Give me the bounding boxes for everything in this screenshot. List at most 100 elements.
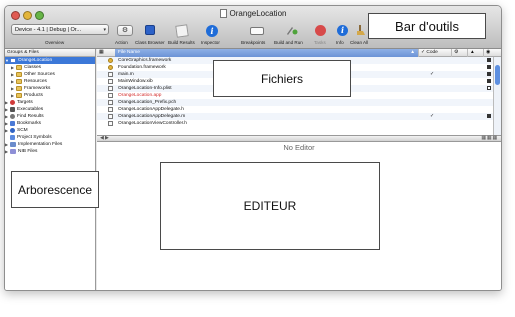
executable-icon: [10, 107, 15, 112]
warnings-column-header[interactable]: ▲: [467, 49, 483, 57]
tree-callout: Arborescence: [11, 171, 99, 208]
project-icon: [10, 58, 16, 63]
action-label: Action: [115, 40, 128, 45]
sidebar-item-bookmarks[interactable]: ▶ Bookmarks: [5, 120, 95, 127]
file-list-header: ▦ File Name ▲ ✓ Code ⚙ ▲ ◉: [97, 49, 501, 57]
history-arrows-icon[interactable]: ◀ ▶: [100, 136, 109, 141]
code-column-label: Code: [426, 50, 438, 55]
groups-and-files-tree: Groups & Files ▼ OrangeLocation ▶ Classe…: [5, 49, 96, 290]
sidebar-item-label: SCM: [17, 128, 28, 133]
find-icon: [10, 114, 15, 119]
framework-icon: [108, 65, 113, 70]
scheme-popup[interactable]: Device - 4.1 | Debug | Or... ▾: [11, 24, 109, 35]
target-icon: [10, 100, 15, 105]
class-browser-button[interactable]: [145, 25, 155, 35]
sidebar-item-find-results[interactable]: ▶ Find Results: [5, 113, 95, 120]
file-icon-column-header[interactable]: ▦: [97, 49, 105, 57]
target-checkbox[interactable]: [487, 65, 491, 69]
file-name: MainWindow.xib: [118, 79, 153, 84]
sidebar-item-targets[interactable]: ▶ Targets: [5, 99, 95, 106]
clean-all-button[interactable]: [357, 24, 368, 36]
no-editor-placeholder: No Editor: [283, 143, 315, 152]
sidebar-item-resources[interactable]: ▶ Resources: [5, 78, 95, 85]
tasks-label: Tasks: [314, 40, 326, 45]
sidebar-item-label: Bookmarks: [17, 121, 41, 126]
sidebar-item-frameworks[interactable]: ▶ Frameworks: [5, 85, 95, 92]
code-check-icon: ✓: [430, 71, 435, 77]
inspector-icon: i: [210, 26, 214, 36]
build-results-button[interactable]: [175, 24, 189, 38]
target-checkbox[interactable]: [487, 86, 491, 90]
sidebar-item-products[interactable]: ▶ Products: [5, 92, 95, 99]
popup-arrow-icon: ▾: [103, 27, 106, 33]
sidebar-item-label: OrangeLocation: [18, 58, 53, 63]
info-button[interactable]: i: [337, 25, 348, 36]
sidebar-item-nib-files[interactable]: ▶ NIB Files: [5, 148, 95, 155]
build-and-run-label: Build and Run: [274, 40, 303, 45]
tasks-button[interactable]: [315, 25, 326, 36]
file-row[interactable]: OrangeLocationAppDelegate.h: [97, 106, 501, 113]
folder-icon: [16, 72, 22, 77]
gear-icon: ⚙: [454, 50, 459, 55]
sidebar-item-executables[interactable]: ▶ Executables: [5, 106, 95, 113]
groups-and-files-header[interactable]: Groups & Files: [5, 49, 95, 57]
breakpoints-button[interactable]: [250, 27, 264, 35]
editor-callout: EDITEUR: [160, 162, 380, 250]
app-file-icon: [108, 93, 113, 98]
file-row[interactable]: OrangeLocationViewController.h: [97, 120, 501, 127]
file-name-column-header[interactable]: File Name ▲: [115, 49, 418, 57]
file-name: main.m: [118, 72, 134, 77]
file-list-scrollbar[interactable]: [493, 57, 501, 135]
class-browser-label: Class Browser: [135, 40, 165, 45]
target-checkbox[interactable]: [487, 72, 491, 76]
scheme-popup-value: Device - 4.1 | Debug | Or...: [15, 27, 82, 33]
errors-column-header[interactable]: ⚙: [451, 49, 467, 57]
file-name: OrangeLocation_Prefix.pch: [118, 100, 177, 105]
sidebar-item-label: NIB Files: [18, 149, 38, 154]
folder-icon: [16, 86, 22, 91]
sidebar-item-label: Find Results: [17, 114, 44, 119]
sidebar-item-label: Frameworks: [24, 86, 51, 91]
plist-file-icon: [108, 86, 113, 91]
header-file-icon: [108, 100, 113, 105]
action-button[interactable]: ⚙: [117, 25, 133, 36]
file-name: Foundation.framework: [118, 65, 166, 70]
target-checkbox[interactable]: [487, 58, 491, 62]
symbols-icon: [10, 135, 15, 140]
sidebar-item-label: Other Sources: [24, 72, 55, 77]
folder-icon: [16, 79, 22, 84]
xib-file-icon: [108, 79, 113, 84]
inspector-button[interactable]: i: [206, 25, 218, 37]
file-name: OrangeLocationAppDelegate.m: [118, 114, 186, 119]
inspector-label: Inspector: [201, 40, 220, 45]
source-file-icon: [108, 72, 113, 77]
code-column-header[interactable]: ✓ Code: [418, 49, 451, 57]
sidebar-item-project[interactable]: ▼ OrangeLocation: [5, 57, 95, 64]
scrollbar-thumb[interactable]: [495, 65, 500, 85]
nib-files-icon: [10, 149, 16, 154]
build-and-run-button[interactable]: [286, 24, 298, 36]
info-label: Info: [336, 40, 344, 45]
overview-label: Overview: [45, 40, 65, 45]
toolbar-callout: Bar d'outils: [368, 13, 486, 39]
target-membership-column-header[interactable]: ◉: [483, 49, 493, 57]
sidebar-item-implementation-files[interactable]: ▶ Implementation Files: [5, 141, 95, 148]
project-document-icon: [219, 9, 227, 18]
file-row[interactable]: OrangeLocation_Prefix.pch: [97, 99, 501, 106]
target-checkbox[interactable]: [487, 79, 491, 83]
target-checkbox[interactable]: [487, 114, 491, 118]
warning-icon: ▲: [470, 50, 475, 55]
editor-tools-icon[interactable]: ▦▦▦: [481, 136, 498, 141]
sidebar-item-classes[interactable]: ▶ Classes: [5, 64, 95, 71]
build-code-icon: ✓: [421, 50, 426, 55]
editor-splitter[interactable]: ◀ ▶ ▦▦▦: [97, 135, 501, 142]
file-name: OrangeLocation-Info.plist: [118, 86, 172, 91]
sidebar-item-label: Executables: [17, 107, 44, 112]
sidebar-item-scm[interactable]: ▶ SCM: [5, 127, 95, 134]
sidebar-item-project-symbols[interactable]: Project Symbols: [5, 134, 95, 141]
sidebar-item-label: Targets: [17, 100, 33, 105]
bookmark-icon: [10, 121, 15, 126]
file-row[interactable]: OrangeLocationAppDelegate.m ✓: [97, 113, 501, 120]
sidebar-item-other-sources[interactable]: ▶ Other Sources: [5, 71, 95, 78]
implementation-files-icon: [10, 142, 16, 147]
